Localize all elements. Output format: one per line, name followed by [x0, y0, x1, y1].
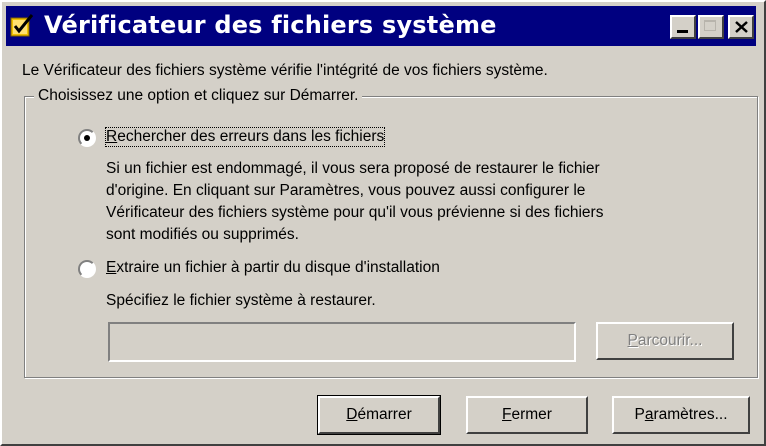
minimize-button[interactable]: [670, 15, 696, 39]
close-icon: [735, 21, 748, 33]
file-path-input[interactable]: [108, 322, 576, 362]
option-extract-label[interactable]: Extraire un fichier à partir du disque d…: [106, 259, 440, 277]
option-scan-description-line: sont modifiés ou supprimés.: [106, 226, 299, 243]
window-title: Vérificateur des fichiers système: [44, 11, 497, 39]
option-scan-radio[interactable]: [78, 129, 96, 147]
intro-text: Le Vérificateur des fichiers système vér…: [22, 62, 548, 79]
close-button[interactable]: Fermer: [466, 396, 588, 434]
maximize-button: [698, 15, 724, 39]
browse-button[interactable]: Parcourir...: [596, 322, 734, 360]
file-instruction-text: Spécifiez le fichier système à restaurer…: [106, 292, 376, 309]
option-scan-description-line: Si un fichier est endommagé, il vous ser…: [106, 160, 600, 177]
option-extract-radio[interactable]: [78, 260, 96, 278]
radio-selected-dot: [84, 135, 90, 141]
option-scan-description-line: Vérificateur des fichiers système pour q…: [106, 204, 604, 221]
start-button[interactable]: Démarrer: [317, 395, 441, 435]
group-legend: Choisissez une option et cliquez sur Dém…: [34, 87, 363, 105]
title-bar[interactable]: Vérificateur des fichiers système: [6, 6, 756, 46]
option-scan-description-line: d'origine. En cliquant sur Paramètres, v…: [106, 182, 586, 199]
close-window-button[interactable]: [728, 15, 754, 39]
checklist-icon: [10, 13, 36, 39]
settings-button[interactable]: Paramètres...: [612, 396, 750, 434]
option-scan-label[interactable]: Rechercher des erreurs dans les fichiers: [104, 127, 386, 147]
